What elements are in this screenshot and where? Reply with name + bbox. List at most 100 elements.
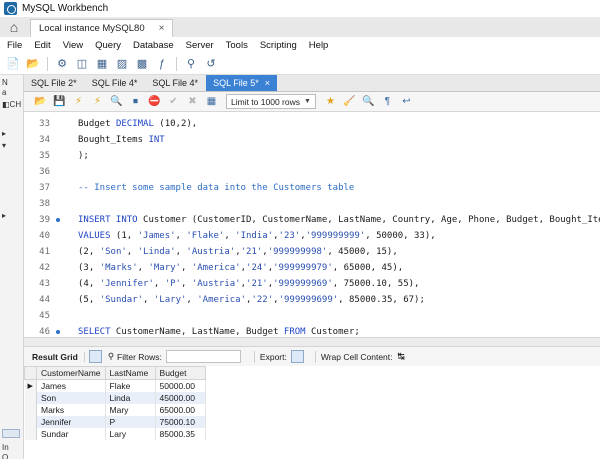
menu-tools[interactable]: Tools	[222, 40, 252, 51]
code-line[interactable]: 42 (3, 'Marks', 'Mary', 'America','24','9…	[24, 260, 600, 276]
tab-sql-file-4-second[interactable]: SQL File 4*	[145, 75, 205, 91]
find-icon[interactable]: 🔍	[360, 93, 377, 110]
panel-splitter[interactable]	[24, 337, 600, 347]
column-header-budget[interactable]: Budget	[154, 366, 206, 380]
table-cell[interactable]: 85000.35	[155, 427, 206, 440]
code-line[interactable]: 38	[24, 196, 600, 212]
menu-server[interactable]: Server	[182, 40, 218, 51]
search-table-data-icon[interactable]: ⚲	[182, 55, 200, 73]
open-sql-script-icon[interactable]: 📂	[24, 55, 42, 73]
open-file-icon[interactable]: 📂	[32, 93, 49, 110]
inspector-icon[interactable]: ⚙	[53, 55, 71, 73]
table-cell[interactable]: 65000.00	[155, 403, 206, 416]
menu-scripting[interactable]: Scripting	[256, 40, 301, 51]
tab-sql-file-2[interactable]: SQL File 2*	[24, 75, 84, 91]
code-token-str: 'India'	[235, 231, 274, 241]
table-cell[interactable]: Marks	[36, 403, 106, 416]
menu-help[interactable]: Help	[305, 40, 333, 51]
menu-file[interactable]: File	[3, 40, 26, 51]
table-cell[interactable]: 45000.00	[155, 391, 206, 404]
toggle-continue-on-error-icon[interactable]: ⛔	[146, 93, 163, 110]
table-cell[interactable]: Sundar	[36, 427, 106, 440]
panel-toggle-icon[interactable]	[2, 429, 20, 438]
table-cell[interactable]: P	[105, 415, 156, 428]
new-sql-tab-icon[interactable]: 📄	[4, 55, 22, 73]
table-cell[interactable]: Mary	[105, 403, 156, 416]
code-line[interactable]: 36	[24, 164, 600, 180]
table-cell[interactable]: Flake	[105, 379, 156, 392]
tab-sql-file-5[interactable]: SQL File 5* ×	[206, 75, 278, 91]
result-grid-tab[interactable]: Result Grid	[32, 351, 85, 362]
menu-view[interactable]: View	[59, 40, 87, 51]
menu-query[interactable]: Query	[91, 40, 125, 51]
line-number: 34	[39, 135, 50, 145]
create-view-icon[interactable]: ▨	[113, 55, 131, 73]
table-cell[interactable]: Linda	[105, 391, 156, 404]
menu-edit[interactable]: Edit	[30, 40, 54, 51]
sql-editor[interactable]: 33 Budget DECIMAL (10,2), 34 Bought_Items I…	[24, 112, 600, 337]
code-line[interactable]: 45	[24, 308, 600, 324]
limit-rows-select[interactable]: Limit to 1000 rows ▼	[226, 94, 316, 109]
save-icon[interactable]: 💾	[51, 93, 68, 110]
table-cell[interactable]: Jennifer	[36, 415, 106, 428]
create-procedure-icon[interactable]: ▩	[133, 55, 151, 73]
close-icon[interactable]: ×	[265, 78, 270, 88]
collapse-arrow-icon[interactable]: ▾	[2, 141, 6, 150]
code-line[interactable]: 34 Bought_Items INT	[24, 132, 600, 148]
code-line[interactable]: 41 (2, 'Son', 'Linda', 'Austria','21','99…	[24, 244, 600, 260]
rollback-icon[interactable]: ✖	[184, 93, 201, 110]
code-line[interactable]: 40 VALUES (1, 'James', 'Flake', 'India','…	[24, 228, 600, 244]
stop-icon[interactable]: ⏹	[127, 93, 144, 110]
execute-current-icon[interactable]: ⚡	[89, 93, 106, 110]
code-token: Customer (CustomerID, CustomerName, Last…	[137, 215, 600, 225]
bookmark-icon[interactable]: ★	[322, 93, 339, 110]
row-selector[interactable]	[24, 415, 37, 428]
table-row[interactable]: Jennifer P 75000.10	[24, 415, 206, 428]
code-line[interactable]: 33 Budget DECIMAL (10,2),	[24, 116, 600, 132]
column-header-lastname[interactable]: LastName	[104, 366, 156, 380]
row-selector[interactable]	[24, 391, 37, 404]
sidebar-schema-label[interactable]: ◧CH	[2, 100, 21, 109]
code-line[interactable]: 39 INSERT INTO Customer (CustomerID, Cust…	[24, 212, 600, 228]
row-selector[interactable]	[24, 427, 37, 440]
expand-arrow-icon[interactable]: ▸	[2, 211, 6, 220]
code-line[interactable]: 44 (5, 'Sundar', 'Lary', 'America','22','…	[24, 292, 600, 308]
export-icon[interactable]	[290, 350, 304, 363]
menu-database[interactable]: Database	[129, 40, 178, 51]
filter-rows-input[interactable]	[165, 350, 241, 363]
expand-arrow-icon[interactable]: ▸	[2, 129, 6, 138]
code-line[interactable]: 43 (4, 'Jennifer', 'P', 'Austria','21','9…	[24, 276, 600, 292]
code-line[interactable]: 35);	[24, 148, 600, 164]
table-cell[interactable]: James	[36, 379, 106, 392]
explain-icon[interactable]: 🔍	[108, 93, 125, 110]
invisible-chars-icon[interactable]: ¶	[379, 93, 396, 110]
table-cell[interactable]: Son	[36, 391, 106, 404]
beautify-icon[interactable]: 🧹	[341, 93, 358, 110]
create-schema-icon[interactable]: ◫	[73, 55, 91, 73]
wrap-lines-icon[interactable]: ↩	[398, 93, 415, 110]
commit-icon[interactable]: ✔	[165, 93, 182, 110]
autocommit-icon[interactable]: ▦	[203, 93, 220, 110]
close-icon[interactable]: ×	[159, 23, 165, 34]
tab-sql-file-4[interactable]: SQL File 4*	[85, 75, 145, 91]
code-line[interactable]: 37 -- Insert some sample data into the Cu…	[24, 180, 600, 196]
table-row[interactable]: Son Linda 45000.00	[24, 391, 206, 404]
connection-tab[interactable]: Local instance MySQL80 ×	[30, 19, 174, 37]
table-row[interactable]: ▶ James Flake 50000.00	[24, 379, 206, 392]
row-selector-header[interactable]	[24, 366, 37, 380]
execute-icon[interactable]: ⚡	[70, 93, 87, 110]
table-row[interactable]: Marks Mary 65000.00	[24, 403, 206, 416]
wrap-cell-icon[interactable]: ↹	[398, 351, 405, 362]
table-cell[interactable]: Lary	[105, 427, 156, 440]
column-header-customername[interactable]: CustomerName	[36, 366, 106, 380]
reconnect-icon[interactable]: ↺	[202, 55, 220, 73]
create-function-icon[interactable]: ƒ	[153, 55, 171, 73]
home-icon[interactable]: ⌂	[0, 17, 28, 37]
row-selector[interactable]: ▶	[24, 379, 37, 392]
grid-view-icon[interactable]	[88, 350, 102, 363]
table-row[interactable]: Sundar Lary 85000.35	[24, 427, 206, 440]
table-cell[interactable]: 75000.10	[155, 415, 206, 428]
create-table-icon[interactable]: ▦	[93, 55, 111, 73]
table-cell[interactable]: 50000.00	[155, 379, 206, 392]
row-selector[interactable]	[24, 403, 37, 416]
